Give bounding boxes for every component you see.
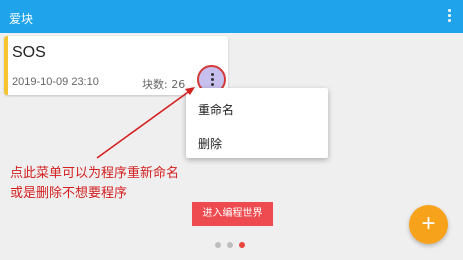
annotation-line-1: 点此菜单可以为程序重新命名 (10, 166, 180, 181)
page-indicator (215, 242, 255, 250)
card-title: SOS (12, 44, 46, 61)
menu-item-delete[interactable]: 删除 (198, 135, 222, 152)
app-title: 爱块 (9, 12, 34, 26)
pager-dot-3[interactable] (239, 242, 245, 248)
pager-dot-1[interactable] (215, 242, 221, 248)
more-vert-icon (210, 73, 215, 88)
card-accent-stripe (4, 36, 8, 95)
annotation-text: 点此菜单可以为程序重新命名 或是删除不想要程序 (10, 164, 179, 204)
plus-icon: + (421, 210, 436, 237)
annotation-line-2: 或是删除不想要程序 (10, 186, 128, 201)
program-card[interactable]: SOS 2019-10-09 23:10 块数: 26 (4, 36, 228, 95)
card-popup-menu: 重命名 删除 (186, 88, 328, 158)
add-program-button[interactable]: + (409, 205, 448, 244)
app-bar: 爱块 (0, 0, 463, 33)
more-vert-icon[interactable] (443, 9, 455, 25)
pager-dot-2[interactable] (227, 242, 233, 248)
card-block-count: 块数: 26 (142, 78, 186, 91)
menu-item-rename[interactable]: 重命名 (198, 101, 234, 118)
enter-programming-button[interactable]: 进入编程世界 (192, 202, 273, 226)
card-date: 2019-10-09 23:10 (12, 76, 99, 88)
